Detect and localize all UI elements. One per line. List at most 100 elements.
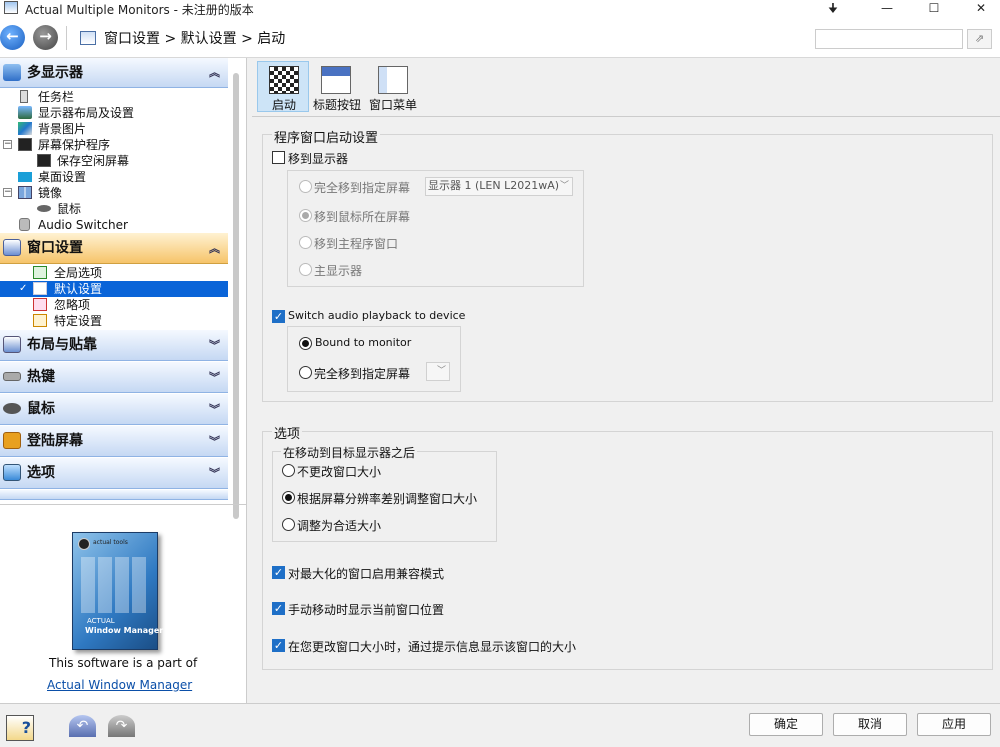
radio-full-move-label: 完全移到指定屏幕 — [314, 181, 411, 195]
show-size-tooltip-checkbox[interactable]: ✓ — [272, 639, 285, 652]
section-hotkeys[interactable]: 热键 ︾ — [0, 362, 228, 393]
specific-settings-icon — [33, 314, 47, 327]
layout-icon — [3, 336, 21, 353]
switch-audio-checkbox[interactable]: ✓ — [272, 310, 285, 323]
sidebar-scrollbar[interactable] — [233, 73, 239, 519]
collapse-toggle-icon[interactable]: − — [3, 140, 12, 149]
tree-item-background[interactable]: 背景图片 — [0, 121, 228, 137]
pin-icon[interactable]: 🠋 — [810, 0, 856, 17]
expand-chevron-icon[interactable]: ︾ — [209, 330, 220, 361]
tree-label: 忽略项 — [54, 298, 91, 312]
radio-audio-full-move[interactable] — [299, 366, 312, 379]
tree-label: 鼠标 — [57, 202, 82, 216]
collapse-toggle-icon[interactable]: − — [3, 188, 12, 197]
move-to-display-label: 移到显示器 — [288, 152, 349, 166]
tab-startup[interactable]: 启动 — [272, 96, 296, 113]
radio-audio-full-move-label: 完全移到指定屏幕 — [314, 367, 411, 381]
expand-chevron-icon[interactable]: ︾ — [209, 362, 220, 393]
search-go-button[interactable]: ⇗ — [967, 29, 992, 49]
brand-circle-icon — [78, 538, 90, 550]
tree-item-specific[interactable]: 特定设置 — [0, 313, 228, 329]
compat-mode-checkbox[interactable]: ✓ — [272, 566, 285, 579]
expand-chevron-icon[interactable]: ︾ — [209, 394, 220, 425]
section-label: 登陆屏幕 — [27, 433, 83, 449]
section-window-settings[interactable]: 窗口设置 ︽ — [0, 233, 228, 264]
expand-chevron-icon[interactable]: ︾ — [209, 426, 220, 457]
window-settings-icon — [80, 31, 96, 45]
tree-item-mirror[interactable]: − 镜像 — [0, 185, 228, 201]
after-move-title: 在移动到目标显示器之后 — [281, 444, 418, 461]
help-icon[interactable]: ? — [6, 715, 34, 741]
collapse-chevron-icon[interactable]: ︽ — [209, 58, 220, 88]
box-title: Window Manager — [85, 626, 164, 635]
radio-primary-display[interactable] — [299, 263, 312, 276]
move-to-display-checkbox[interactable] — [272, 151, 285, 164]
window-settings-icon — [3, 239, 21, 256]
section-mouse[interactable]: 鼠标 ︾ — [0, 394, 228, 425]
tree-item-audio-switcher[interactable]: Audio Switcher — [0, 217, 228, 233]
radio-fit-size[interactable] — [282, 518, 295, 531]
window-title: Actual Multiple Monitors - 未注册的版本 — [25, 3, 254, 17]
section-label: 选项 — [27, 465, 55, 481]
apply-button[interactable]: 应用 — [917, 713, 991, 736]
undo-icon[interactable]: ↶ — [69, 715, 96, 737]
promo-text: This software is a part of — [49, 656, 198, 670]
section-partial[interactable] — [0, 490, 228, 500]
tree-label: 全局选项 — [54, 266, 103, 280]
tab-window-menu[interactable]: 窗口菜单 — [369, 96, 417, 113]
section-label: 布局与贴靠 — [27, 337, 97, 353]
radio-resize-by-resolution[interactable] — [282, 491, 295, 504]
close-button[interactable]: ✕ — [958, 0, 1000, 17]
section-options[interactable]: 选项 ︾ — [0, 458, 228, 489]
section-label: 窗口设置 — [27, 240, 83, 256]
radio-bound-monitor[interactable] — [299, 337, 312, 350]
collapse-chevron-icon[interactable]: ︽ — [209, 233, 220, 264]
tab-title-buttons[interactable]: 标题按钮 — [313, 96, 361, 113]
radio-no-resize[interactable] — [282, 464, 295, 477]
tree-item-ignore[interactable]: 忽略项 — [0, 297, 228, 313]
separator — [66, 26, 67, 50]
ok-button[interactable]: 确定 — [749, 713, 823, 736]
back-button[interactable]: ← — [0, 25, 25, 50]
tree-item-default-settings[interactable]: ✓ 默认设置 — [0, 281, 228, 297]
tree-item-global-options[interactable]: 全局选项 — [0, 265, 228, 281]
redo-icon[interactable]: ↷ — [108, 715, 135, 737]
radio-main-window[interactable] — [299, 236, 312, 249]
maximize-button[interactable]: ☐ — [911, 0, 957, 17]
monitor-select-value: 显示器 1 (LEN L2021wA) — [428, 179, 560, 192]
promo-link[interactable]: Actual Window Manager — [47, 678, 192, 692]
dropdown-arrow-icon: ﹀ — [559, 181, 569, 191]
tree-label: 显示器布局及设置 — [38, 106, 135, 120]
show-position-checkbox[interactable]: ✓ — [272, 602, 285, 615]
radio-primary-display-label: 主显示器 — [314, 264, 363, 278]
radio-full-move[interactable] — [299, 180, 312, 193]
tree-label: 桌面设置 — [38, 170, 87, 184]
display-layout-icon — [18, 106, 32, 119]
desktop-icon — [18, 172, 32, 182]
section-layout-snap[interactable]: 布局与贴靠 ︾ — [0, 330, 228, 361]
taskbar-icon — [20, 90, 28, 103]
audio-device-select[interactable]: ﹀ — [426, 362, 450, 381]
tree-label: 背景图片 — [38, 122, 87, 136]
radio-mouse-screen[interactable] — [299, 209, 312, 222]
idle-screen-icon — [37, 154, 51, 167]
cancel-button[interactable]: 取消 — [833, 713, 907, 736]
expand-chevron-icon[interactable]: ︾ — [209, 458, 220, 489]
tree-label: 默认设置 — [54, 282, 103, 296]
section-logon-screen[interactable]: 登陆屏幕 ︾ — [0, 426, 228, 457]
tree-item-screensaver[interactable]: − 屏幕保护程序 — [0, 137, 228, 153]
minimize-button[interactable]: — — [864, 0, 910, 17]
search-input[interactable] — [815, 29, 963, 49]
tree-item-desktop[interactable]: 桌面设置 — [0, 169, 228, 185]
box-grid-graphic — [81, 557, 149, 613]
tree-item-display-layout[interactable]: 显示器布局及设置 — [0, 105, 228, 121]
tree-item-mouse[interactable]: 鼠标 — [0, 201, 228, 217]
tree-item-taskbar[interactable]: 任务栏 — [0, 89, 228, 105]
compat-mode-label: 对最大化的窗口启用兼容模式 — [288, 567, 445, 581]
title-bar: Actual Multiple Monitors - 未注册的版本 🠋 — ☐ … — [0, 0, 1000, 17]
mouse-icon — [37, 205, 51, 212]
monitor-select[interactable]: 显示器 1 (LEN L2021wA) ﹀ — [425, 177, 573, 196]
tree-item-save-idle[interactable]: 保存空闲屏幕 — [0, 153, 228, 169]
section-multi-display[interactable]: 多显示器 ︽ — [0, 58, 228, 88]
forward-button[interactable]: → — [33, 25, 58, 50]
